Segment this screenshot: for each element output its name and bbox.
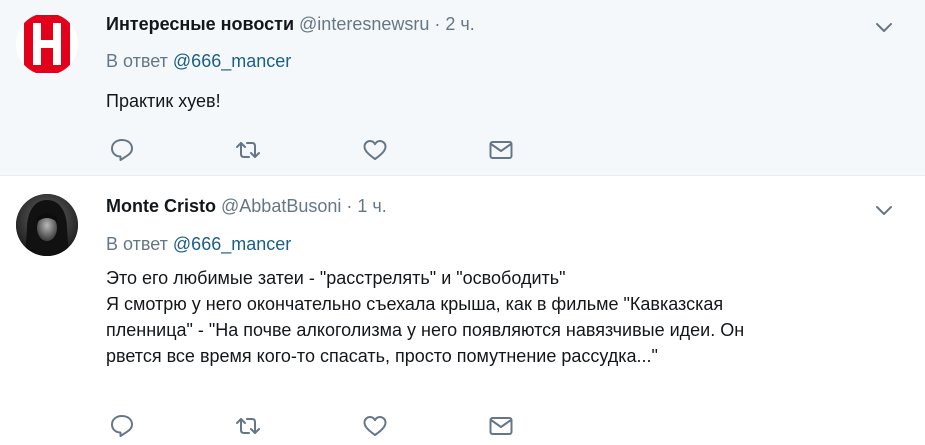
retweet-icon[interactable] <box>234 137 262 163</box>
reply-icon[interactable] <box>108 137 136 163</box>
replying-label: В ответ <box>106 51 168 71</box>
replying-label: В ответ <box>106 234 168 254</box>
separator: · <box>434 14 441 34</box>
tweet-text: Практик хуев! <box>106 91 221 111</box>
tweet-header: Интересные новости @interesnewsru · 2 ч. <box>106 13 475 35</box>
avatar[interactable] <box>16 13 78 75</box>
display-name[interactable]: Monte Cristo <box>106 196 216 216</box>
separator: · <box>346 196 353 216</box>
envelope-icon[interactable] <box>487 137 515 163</box>
timestamp[interactable]: 2 ч. <box>445 14 474 34</box>
heart-icon[interactable] <box>361 137 389 163</box>
chevron-down-icon[interactable] <box>873 199 895 221</box>
retweet-icon[interactable] <box>234 413 262 439</box>
tweet-header: Monte Cristo @AbbatBusoni · 1 ч. <box>106 195 387 217</box>
heart-icon[interactable] <box>361 413 389 439</box>
replying-to: В ответ @666_mancer <box>106 234 291 255</box>
username[interactable]: @interesnewsru <box>299 14 429 34</box>
hooded-figure-photo <box>16 194 78 256</box>
reply-icon[interactable] <box>108 413 136 439</box>
replying-to: В ответ @666_mancer <box>106 51 291 72</box>
timestamp[interactable]: 1 ч. <box>357 196 386 216</box>
chevron-down-icon[interactable] <box>873 16 895 38</box>
username[interactable]: @AbbatBusoni <box>221 196 341 216</box>
tweet-2[interactable]: Monte Cristo @AbbatBusoni · 1 ч. В ответ… <box>0 176 925 445</box>
envelope-icon[interactable] <box>487 413 515 439</box>
reply-mention-link[interactable]: @666_mancer <box>173 51 291 71</box>
tweet-1[interactable]: Интересные новости @interesnewsru · 2 ч.… <box>0 0 925 176</box>
red-h-logo <box>24 15 70 73</box>
display-name[interactable]: Интересные новости <box>106 14 294 34</box>
reply-mention-link[interactable]: @666_mancer <box>173 234 291 254</box>
avatar[interactable] <box>16 194 78 256</box>
tweet-text: Это его любимые затеи - "расстрелять" и … <box>106 268 745 366</box>
